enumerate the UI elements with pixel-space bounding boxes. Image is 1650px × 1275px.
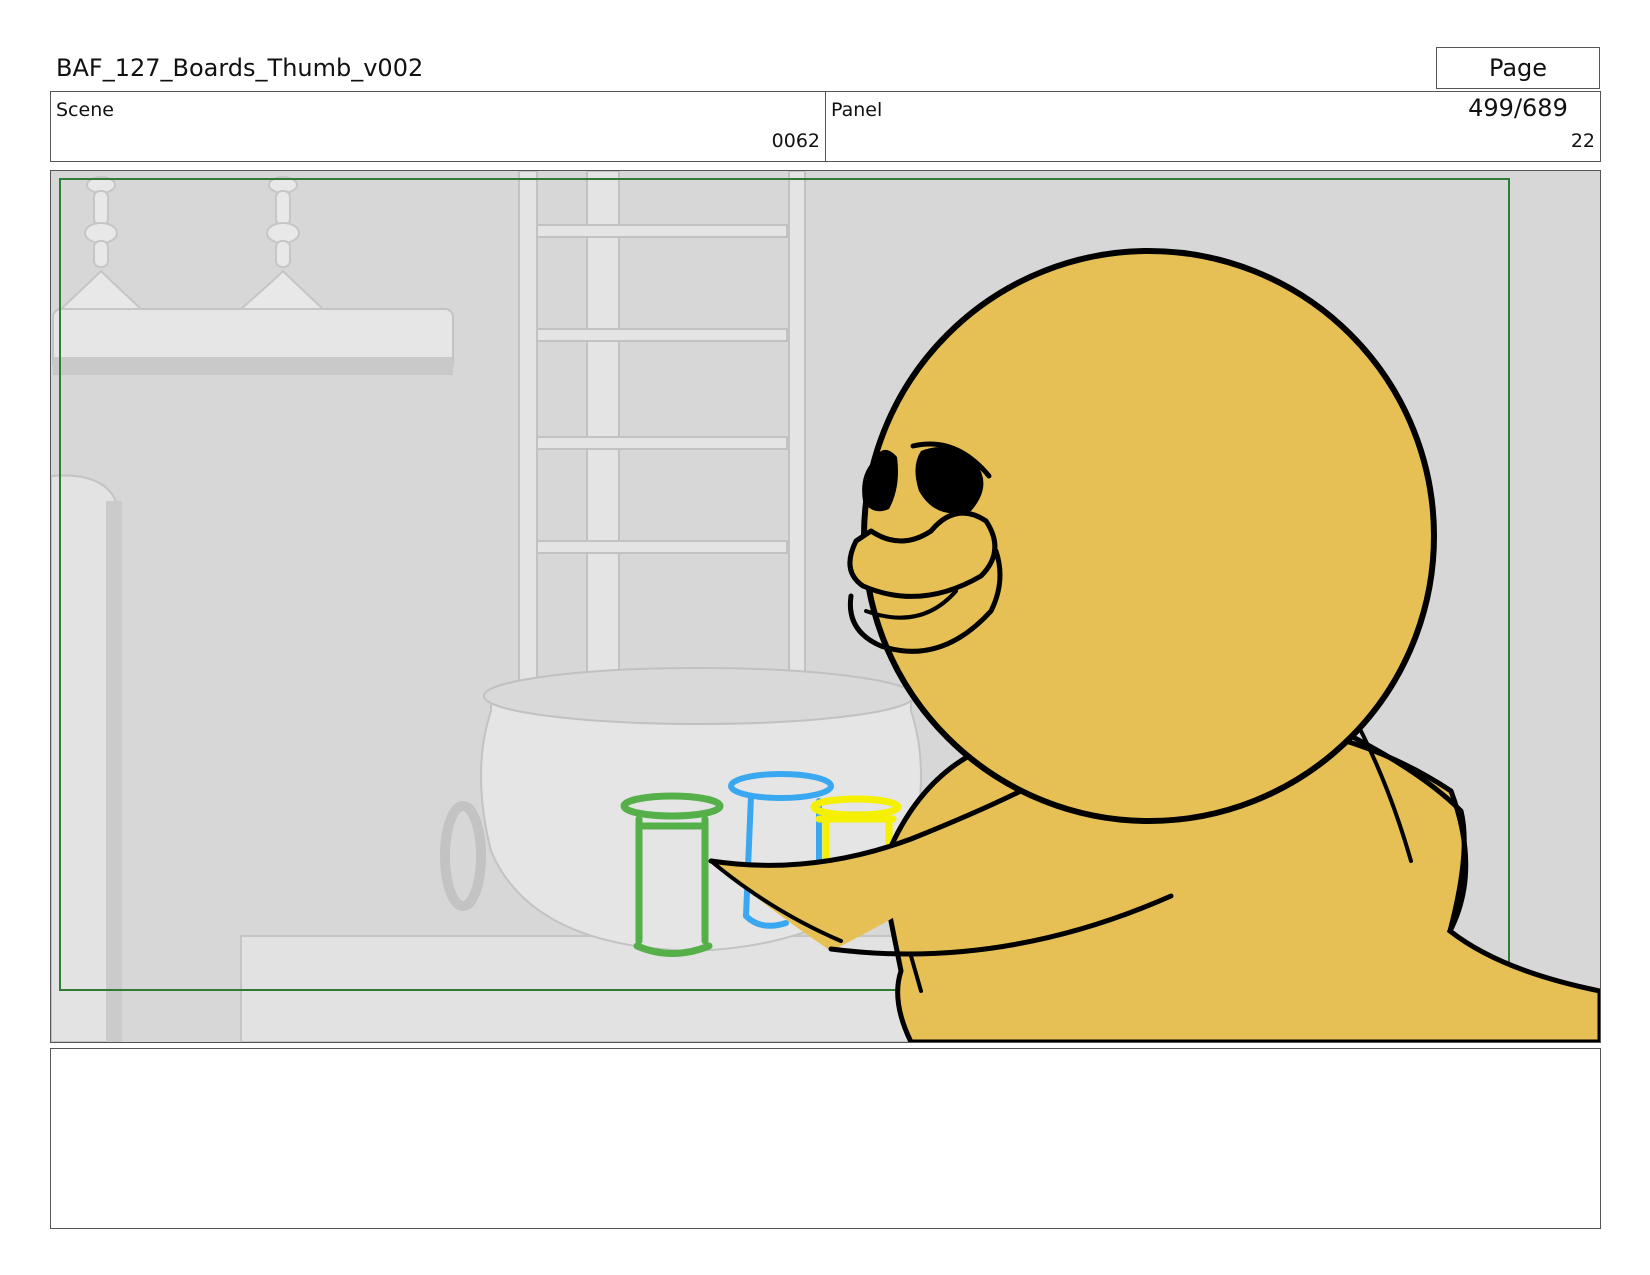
storyboard-drawing (51, 171, 1600, 1042)
panel-label: Panel (831, 99, 883, 121)
page-number: Page 499/689 (1436, 47, 1600, 122)
scene-label: Scene (56, 99, 114, 121)
notes-box (50, 1048, 1601, 1229)
panel-cell: Panel 22 (826, 92, 1600, 161)
scene-panel-info: Scene 0062 Panel 22 (50, 91, 1601, 162)
pillar (51, 474, 122, 1042)
document-title: BAF_127_Boards_Thumb_v002 (56, 54, 424, 82)
storyboard-frame (50, 170, 1601, 1043)
scene-value: 0062 (771, 130, 820, 152)
panel-value: 22 (1570, 130, 1595, 152)
scene-cell: Scene 0062 (51, 92, 826, 161)
